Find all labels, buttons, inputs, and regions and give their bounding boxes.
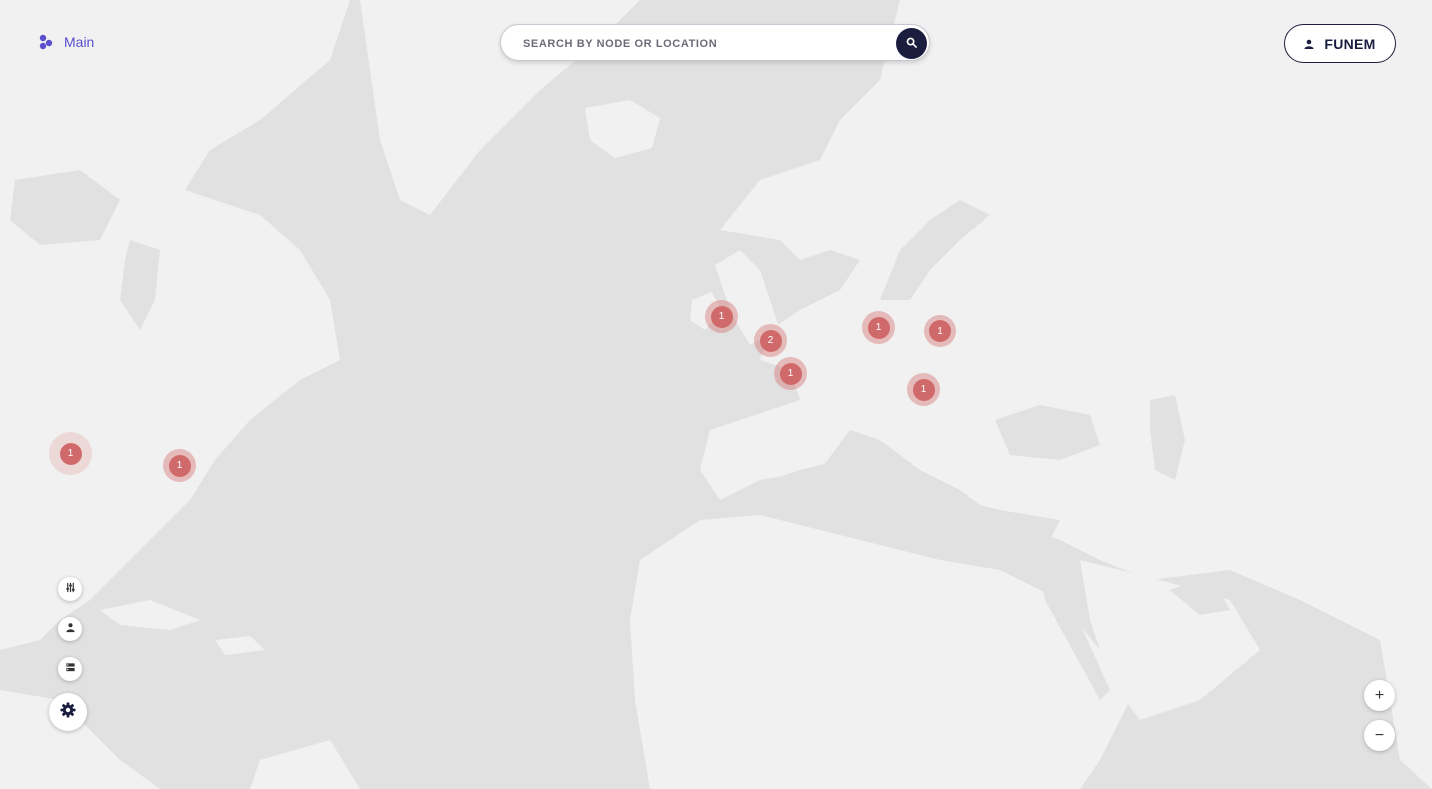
main-link-label: Main <box>64 34 95 50</box>
zoom-out-button[interactable]: − <box>1364 720 1395 751</box>
logo-icon <box>38 34 54 50</box>
cluster-count: 1 <box>168 454 191 477</box>
settings-button[interactable] <box>49 693 87 731</box>
cluster-count: 1 <box>867 316 890 339</box>
filters-button[interactable] <box>58 577 82 601</box>
people-icon <box>65 620 76 638</box>
node-cluster[interactable]: 1 <box>907 373 940 406</box>
user-name: FUNEM <box>1324 35 1376 52</box>
cluster-count: 2 <box>759 329 782 352</box>
cluster-count: 1 <box>929 320 951 342</box>
search-bar <box>500 24 930 61</box>
search-button[interactable] <box>896 28 927 59</box>
node-cluster[interactable]: 1 <box>862 311 895 344</box>
cluster-count: 1 <box>59 442 82 465</box>
person-icon <box>1304 36 1314 52</box>
user-account-button[interactable]: FUNEM <box>1284 24 1396 63</box>
world-map[interactable] <box>0 0 1432 789</box>
server-icon <box>65 660 76 678</box>
gear-icon <box>60 702 76 723</box>
node-cluster[interactable]: 2 <box>754 324 787 357</box>
cluster-count: 1 <box>912 378 935 401</box>
node-cluster[interactable]: 1 <box>924 315 956 347</box>
cluster-count: 1 <box>779 362 802 385</box>
people-button[interactable] <box>58 617 82 641</box>
minus-icon: − <box>1374 726 1385 744</box>
node-cluster[interactable]: 1 <box>705 300 738 333</box>
zoom-in-button[interactable]: + <box>1364 680 1395 711</box>
node-cluster[interactable]: 1 <box>49 432 92 475</box>
servers-button[interactable] <box>58 657 82 681</box>
search-input[interactable] <box>521 33 885 55</box>
plus-icon: + <box>1374 686 1385 704</box>
node-cluster[interactable]: 1 <box>774 357 807 390</box>
search-icon <box>906 35 917 53</box>
sliders-icon <box>65 580 76 598</box>
node-cluster[interactable]: 1 <box>163 449 196 482</box>
main-nav-link[interactable]: Main <box>38 34 94 50</box>
cluster-count: 1 <box>710 305 733 328</box>
